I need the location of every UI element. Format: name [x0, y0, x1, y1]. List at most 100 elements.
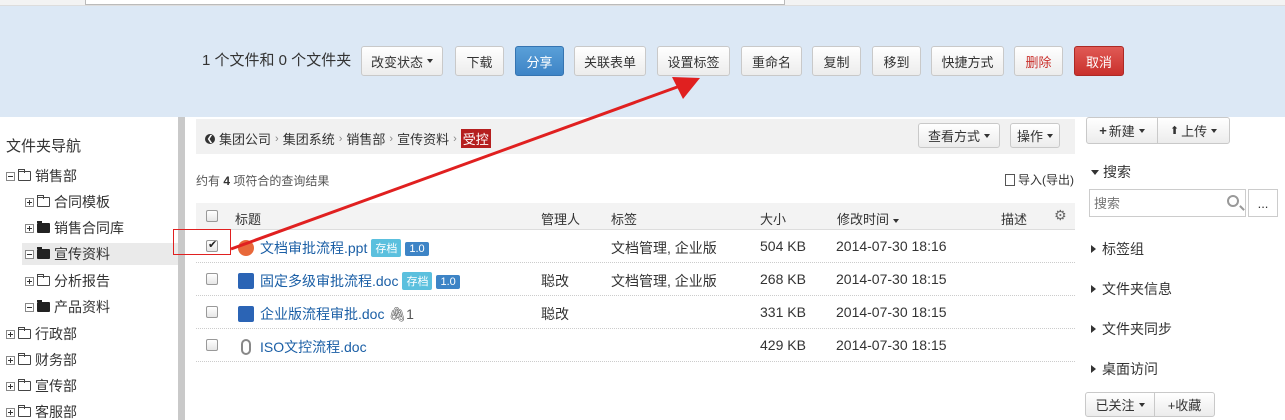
size-cell: 504 KB [760, 238, 806, 254]
operations-label: 操作 [1016, 129, 1043, 144]
search-icon[interactable] [1227, 195, 1239, 207]
download-button[interactable]: 下载 [455, 46, 504, 76]
folder-open-icon [18, 379, 31, 391]
tree-item-sales-contracts[interactable]: 销售合同库 [25, 217, 176, 239]
tree-item-sales[interactable]: 销售部 [6, 165, 176, 187]
file-name-link[interactable]: ISO文控流程.doc [260, 339, 367, 355]
column-modified-label: 修改时间 [837, 212, 890, 227]
expand-icon[interactable] [6, 355, 15, 365]
new-label: 新建 [1108, 124, 1135, 139]
caret-down-icon [1138, 128, 1145, 133]
tree-item-label: 分析报告 [54, 273, 110, 289]
more-options-button[interactable]: ... [1248, 189, 1278, 217]
search-section-title: 搜索 [1103, 164, 1131, 180]
caret-down-icon [1138, 402, 1145, 407]
modified-cell: 2014-07-30 18:16 [836, 238, 947, 254]
view-mode-button[interactable]: 查看方式 [918, 123, 1000, 148]
new-button[interactable]: + 新建 [1086, 117, 1158, 144]
address-bar[interactable] [85, 0, 785, 5]
collapse-icon[interactable] [6, 171, 15, 181]
search-field[interactable] [1089, 189, 1246, 217]
breadcrumb-separator-icon: › [453, 132, 457, 145]
breadcrumb-item[interactable]: 集团系统 [283, 129, 335, 148]
tree-item-label: 宣传部 [35, 378, 77, 394]
column-manager[interactable]: 管理人 [541, 209, 580, 228]
size-cell: 268 KB [760, 271, 806, 287]
link-form-button[interactable]: 关联表单 [574, 46, 646, 76]
change-status-button[interactable]: 改变状态 [361, 46, 443, 76]
favorite-button[interactable]: +收藏 [1154, 392, 1215, 417]
operations-button[interactable]: 操作 [1010, 123, 1060, 148]
column-modified[interactable]: 修改时间 [837, 209, 900, 228]
share-button[interactable]: 分享 [515, 46, 564, 76]
tree-item-finance[interactable]: 财务部 [6, 349, 176, 371]
move-button[interactable]: 移到 [872, 46, 921, 76]
column-title[interactable]: 标题 [235, 209, 261, 228]
attachment-count-value: 1 [406, 306, 414, 322]
expand-icon[interactable] [25, 197, 34, 207]
folder-sync-section[interactable]: 文件夹同步 [1091, 319, 1172, 339]
expand-icon[interactable] [6, 329, 15, 339]
select-all-checkbox[interactable] [206, 210, 218, 222]
tree-item-admin[interactable]: 行政部 [6, 323, 176, 345]
tree-item-promo-materials[interactable]: 宣传资料 [22, 243, 178, 265]
column-tags[interactable]: 标签 [611, 209, 637, 228]
tag-group-section[interactable]: 标签组 [1091, 239, 1144, 259]
folder-info-section[interactable]: 文件夹信息 [1091, 279, 1172, 299]
table-row[interactable]: 固定多级审批流程.doc 存档 1.0 聪改 文档管理, 企业版 268 KB 20… [196, 263, 1075, 296]
copy-button[interactable]: 复制 [812, 46, 861, 76]
row-checkbox[interactable] [206, 273, 218, 285]
modified-cell: 2014-07-30 18:15 [836, 304, 947, 320]
plus-icon: + [1099, 123, 1107, 138]
gear-icon[interactable]: ⚙ [1054, 207, 1067, 224]
archive-badge: 存档 [402, 272, 433, 290]
tree-item-label: 销售部 [35, 168, 77, 184]
search-input[interactable] [1090, 190, 1220, 216]
file-title-cell: 文档审批流程.ppt 存档 1.0 [238, 238, 429, 258]
triangle-right-icon [1091, 365, 1096, 373]
upload-button[interactable]: ⬆ 上传 [1157, 117, 1230, 144]
search-section-toggle[interactable]: 搜索 [1091, 162, 1131, 182]
import-export-link[interactable]: 导入(导出) [1005, 171, 1074, 188]
tree-item-label: 销售合同库 [54, 220, 124, 236]
table-row[interactable]: ISO文控流程.doc 429 KB 2014-07-30 18:15 [196, 329, 1075, 362]
tree-item-customer-service[interactable]: 客服部 [6, 401, 176, 420]
rename-button[interactable]: 重命名 [741, 46, 802, 76]
follow-button[interactable]: 已关注 [1085, 392, 1155, 417]
section-label: 文件夹同步 [1102, 321, 1172, 337]
collapse-icon[interactable] [25, 302, 34, 312]
column-description[interactable]: 描述 [1001, 209, 1027, 228]
expand-icon[interactable] [25, 276, 34, 286]
expand-icon[interactable] [6, 381, 15, 391]
row-checkbox[interactable] [206, 339, 218, 351]
section-label: 桌面访问 [1102, 361, 1158, 377]
column-size[interactable]: 大小 [760, 209, 786, 228]
set-tags-button[interactable]: 设置标签 [657, 46, 730, 76]
cancel-button[interactable]: 取消 [1074, 46, 1124, 76]
breadcrumb-item[interactable]: 销售部 [346, 129, 385, 148]
row-checkbox[interactable] [206, 306, 218, 318]
table-row[interactable]: 企业版流程审批.doc 🖇1 聪改 331 KB 2014-07-30 18:1… [196, 296, 1075, 329]
back-icon[interactable]: ❮ [205, 133, 215, 144]
file-name-link[interactable]: 文档审批流程.ppt [260, 240, 367, 256]
collapse-icon[interactable] [25, 249, 34, 259]
caret-down-icon [1211, 128, 1218, 133]
paperclip-icon [241, 339, 251, 355]
expand-icon[interactable] [25, 223, 34, 233]
breadcrumb-item[interactable]: 集团公司 [219, 129, 271, 148]
file-name-link[interactable]: 固定多级审批流程.doc [260, 273, 398, 289]
tree-item-product-materials[interactable]: 产品资料 [25, 296, 176, 318]
shortcut-button[interactable]: 快捷方式 [931, 46, 1004, 76]
table-row[interactable]: 文档审批流程.ppt存档1.0 文档管理, 企业版 504 KB 2014-07… [196, 230, 1075, 263]
nav-scrollbar[interactable] [178, 117, 185, 420]
expand-icon[interactable] [6, 407, 15, 417]
delete-button[interactable]: 删除 [1014, 46, 1063, 76]
tree-item-analysis-reports[interactable]: 分析报告 [25, 270, 176, 292]
desktop-access-section[interactable]: 桌面访问 [1091, 359, 1158, 379]
file-name-link[interactable]: 企业版流程审批.doc [260, 306, 384, 322]
tree-item-label: 合同模板 [54, 194, 110, 210]
tree-item-contract-templates[interactable]: 合同模板 [25, 191, 176, 213]
tree-item-publicity[interactable]: 宣传部 [6, 375, 176, 397]
breadcrumb-separator-icon: › [389, 132, 394, 145]
breadcrumb-item[interactable]: 宣传资料 [397, 129, 449, 148]
